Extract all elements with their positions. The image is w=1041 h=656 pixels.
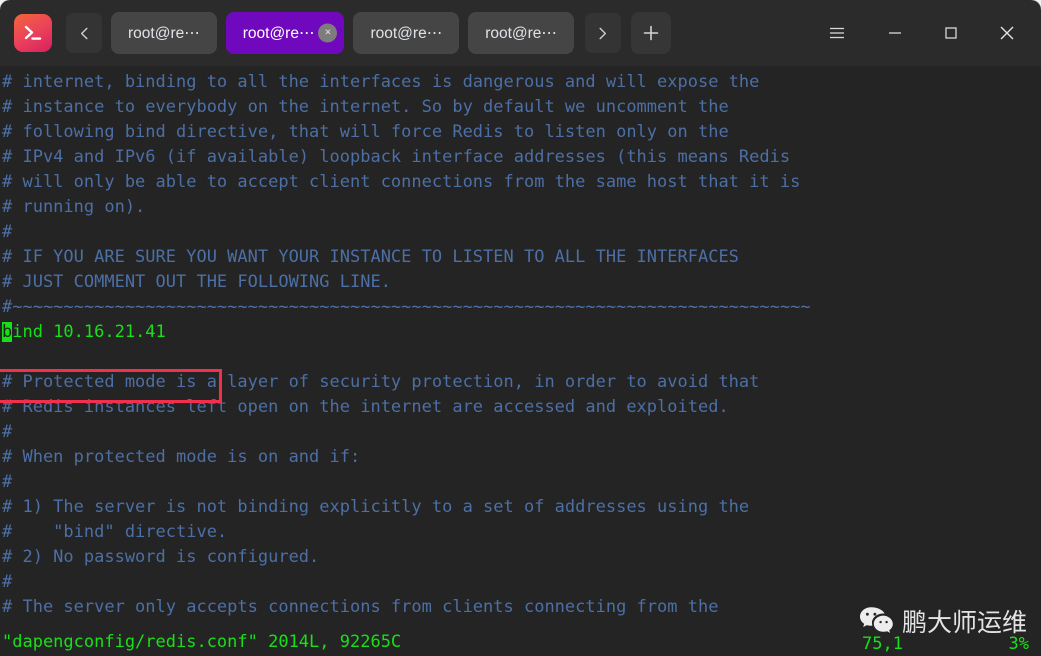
terminal-tab-3[interactable]: root@re⋯ — [353, 12, 460, 54]
tab-label: root@re⋯ — [128, 24, 200, 42]
terminal-line: # 2) No password is configured. — [2, 547, 320, 567]
terminal-window: root@re⋯ root@re⋯ × root@re⋯ root@re⋯ # … — [0, 0, 1041, 656]
hamburger-menu-icon[interactable] — [807, 0, 867, 66]
terminal-text-buffer: # internet, binding to all the interface… — [0, 70, 1041, 620]
terminal-line: # internet, binding to all the interface… — [2, 72, 760, 92]
terminal-tab-2-active[interactable]: root@re⋯ × — [225, 12, 345, 54]
terminal-tab-1[interactable]: root@re⋯ — [111, 12, 217, 54]
terminal-line: # When protected mode is on and if: — [2, 447, 361, 467]
terminal-line: # IF YOU ARE SURE YOU WANT YOUR INSTANCE… — [2, 247, 739, 267]
tab-strip: root@re⋯ root@re⋯ × root@re⋯ root@re⋯ — [111, 12, 621, 54]
terminal-line: # following bind directive, that will fo… — [2, 122, 729, 142]
window-corner-left — [0, 0, 12, 12]
terminal-line: # 1) The server is not binding explicitl… — [2, 497, 750, 517]
terminal-line: # will only be able to accept client con… — [2, 172, 801, 192]
terminal-line: # — [2, 472, 13, 492]
terminal-line: # "bind" directive. — [2, 522, 228, 542]
terminal-line: # instance to everybody on the internet.… — [2, 97, 729, 117]
chevron-right-icon[interactable] — [584, 13, 621, 53]
terminal-line: # Protected mode is a layer of security … — [2, 372, 760, 392]
tab-label: root@re⋯ — [485, 24, 557, 42]
terminal-line: # — [2, 422, 13, 442]
tab-label: root@re⋯ — [242, 24, 315, 42]
terminal-line: # IPv4 and IPv6 (if available) loopback … — [2, 147, 791, 167]
close-icon[interactable] — [979, 0, 1035, 66]
new-tab-button[interactable] — [630, 12, 671, 54]
tab-label: root@re⋯ — [370, 24, 443, 42]
maximize-icon[interactable] — [923, 0, 979, 66]
terminal-line: # JUST COMMENT OUT THE FOLLOWING LINE. — [2, 272, 391, 292]
terminal-line: # The server only accepts connections fr… — [2, 597, 719, 617]
chevron-left-icon[interactable] — [66, 13, 102, 53]
terminal-line: # — [2, 222, 13, 242]
terminal-line: bind 10.16.21.41 — [2, 322, 166, 342]
status-file-info: "dapengconfig/redis.conf" 2014L, 92265C — [2, 632, 402, 652]
status-cursor-position: 75,1 — [862, 634, 903, 654]
window-controls — [807, 0, 1041, 66]
titlebar: root@re⋯ root@re⋯ × root@re⋯ root@re⋯ — [0, 0, 1041, 66]
status-scroll-percent: 3% — [1008, 634, 1029, 654]
terminal-line: # Redis instances left open on the inter… — [2, 397, 729, 417]
terminal-prompt-icon — [14, 14, 52, 52]
terminal-tab-4[interactable]: root@re⋯ — [468, 12, 574, 54]
terminal-line: # running on). — [2, 197, 146, 217]
terminal-cursor: b — [2, 322, 13, 342]
minimize-icon[interactable] — [867, 0, 923, 66]
tab-close-icon[interactable]: × — [318, 23, 338, 43]
terminal-content[interactable]: # internet, binding to all the interface… — [0, 66, 1041, 656]
terminal-line: # — [2, 572, 13, 592]
terminal-line: #~~~~~~~~~~~~~~~~~~~~~~~~~~~~~~~~~~~~~~~… — [2, 297, 811, 317]
